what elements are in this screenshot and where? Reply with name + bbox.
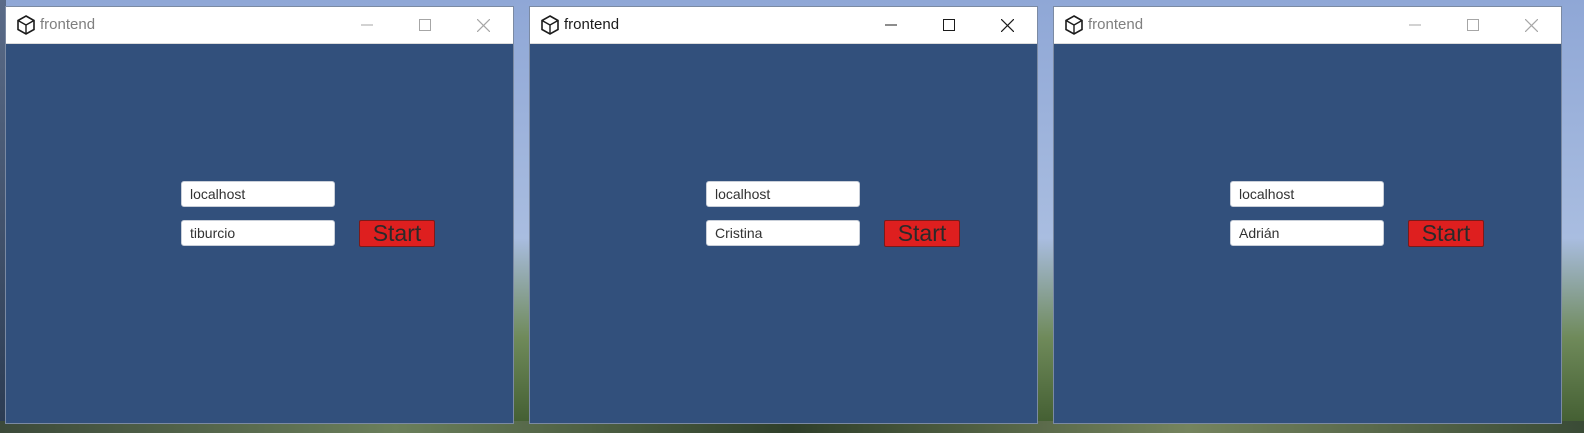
maximize-icon[interactable] bbox=[921, 7, 977, 43]
frontend-window-2[interactable]: frontend Start bbox=[530, 7, 1037, 423]
start-button[interactable]: Start bbox=[1408, 220, 1484, 247]
close-icon[interactable] bbox=[455, 7, 511, 43]
start-button[interactable]: Start bbox=[359, 220, 435, 247]
start-button[interactable]: Start bbox=[884, 220, 960, 247]
title-bar[interactable]: frontend bbox=[1054, 7, 1561, 44]
unity-logo-icon bbox=[540, 15, 560, 35]
player-name-input[interactable] bbox=[706, 220, 860, 246]
minimize-icon[interactable] bbox=[1387, 7, 1443, 43]
host-input[interactable] bbox=[1230, 181, 1384, 207]
minimize-icon[interactable] bbox=[863, 7, 919, 43]
player-name-input[interactable] bbox=[1230, 220, 1384, 246]
title-bar[interactable]: frontend bbox=[6, 7, 513, 44]
player-name-input[interactable] bbox=[181, 220, 335, 246]
maximize-icon[interactable] bbox=[1445, 7, 1501, 43]
frontend-window-1[interactable]: frontend Start bbox=[6, 7, 513, 423]
host-input[interactable] bbox=[181, 181, 335, 207]
client-area: Start bbox=[1054, 44, 1561, 423]
minimize-icon[interactable] bbox=[339, 7, 395, 43]
client-area: Start bbox=[530, 44, 1037, 423]
client-area: Start bbox=[6, 44, 513, 423]
window-title: frontend bbox=[564, 16, 620, 33]
maximize-icon[interactable] bbox=[397, 7, 453, 43]
unity-logo-icon bbox=[1064, 15, 1084, 35]
close-icon[interactable] bbox=[979, 7, 1035, 43]
frontend-window-3[interactable]: frontend Start bbox=[1054, 7, 1561, 423]
unity-logo-icon bbox=[16, 15, 36, 35]
close-icon[interactable] bbox=[1503, 7, 1559, 43]
host-input[interactable] bbox=[706, 181, 860, 207]
window-title: frontend bbox=[40, 16, 96, 33]
window-title: frontend bbox=[1088, 16, 1144, 33]
title-bar[interactable]: frontend bbox=[530, 7, 1037, 44]
